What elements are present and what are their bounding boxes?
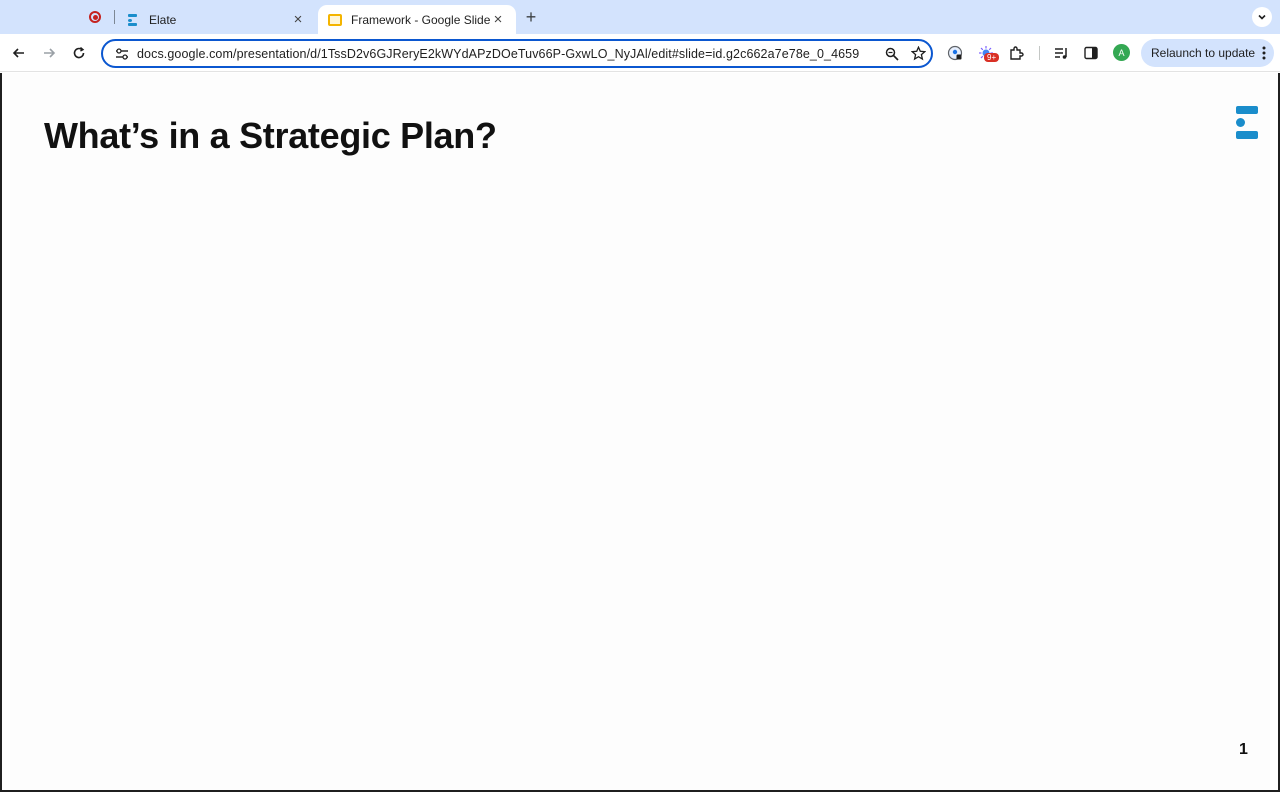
zoom-icon: [885, 47, 899, 61]
extension-button[interactable]: [945, 43, 965, 63]
zoom-button[interactable]: [879, 47, 905, 61]
site-info-button[interactable]: [107, 47, 137, 60]
extension-badge: 9+: [984, 53, 1000, 62]
close-tab-icon[interactable]: ×: [490, 12, 506, 28]
tab-elate[interactable]: Elate ×: [116, 5, 316, 34]
slide-page-number: 1: [1239, 741, 1248, 758]
chevron-down-icon: [1258, 14, 1266, 20]
extension-button[interactable]: 9+: [976, 43, 1000, 63]
browser-toolbar: docs.google.com/presentation/d/1TssD2v6G…: [0, 34, 1280, 72]
back-button[interactable]: [8, 42, 30, 64]
side-panel-icon: [1084, 46, 1098, 60]
new-tab-button[interactable]: +: [522, 7, 540, 27]
slide-title: What’s in a Strategic Plan?: [44, 115, 497, 156]
arrow-left-icon: [12, 48, 24, 58]
tune-icon: [116, 47, 128, 60]
side-panel-button[interactable]: [1081, 43, 1101, 63]
tab-title: Elate: [149, 12, 177, 27]
arrow-right-icon: [44, 48, 56, 58]
profile-avatar[interactable]: A: [1113, 44, 1130, 61]
tab-separator: [114, 10, 115, 24]
queue-music-icon: [1055, 48, 1067, 59]
star-icon: [910, 46, 926, 61]
toolbar-separator: [1039, 46, 1040, 60]
reload-icon: [73, 46, 85, 59]
relaunch-button[interactable]: Relaunch to update: [1141, 39, 1274, 67]
address-bar[interactable]: docs.google.com/presentation/d/1TssD2v6G…: [101, 39, 933, 68]
more-vert-icon[interactable]: [1262, 45, 1266, 61]
tab-strip: Elate × Framework - Google Slides × +: [0, 0, 1280, 34]
record-icon: [89, 11, 101, 23]
media-controls-button[interactable]: [1051, 43, 1071, 63]
puzzle-icon: [1010, 46, 1024, 60]
password-manager-icon: [947, 45, 963, 61]
tab-framework-google-slides[interactable]: Framework - Google Slides ×: [318, 5, 516, 34]
tab-search-button[interactable]: [1252, 7, 1272, 27]
pinned-tab-recorder[interactable]: [82, 6, 108, 28]
elate-logo-icon: [1234, 104, 1258, 140]
tab-title: Framework - Google Slides: [351, 12, 490, 27]
slide-canvas[interactable]: What’s in a Strategic Plan? 1: [0, 73, 1280, 792]
forward-button[interactable]: [38, 42, 60, 64]
elate-logo-icon: [126, 13, 140, 27]
bookmark-button[interactable]: [905, 46, 931, 61]
close-tab-icon[interactable]: ×: [290, 12, 306, 28]
url-text: docs.google.com/presentation/d/1TssD2v6G…: [137, 46, 860, 61]
relaunch-label: Relaunch to update: [1151, 46, 1256, 60]
extensions-button[interactable]: [1006, 43, 1026, 63]
reload-button[interactable]: [68, 42, 90, 64]
google-slides-icon: [328, 13, 342, 26]
